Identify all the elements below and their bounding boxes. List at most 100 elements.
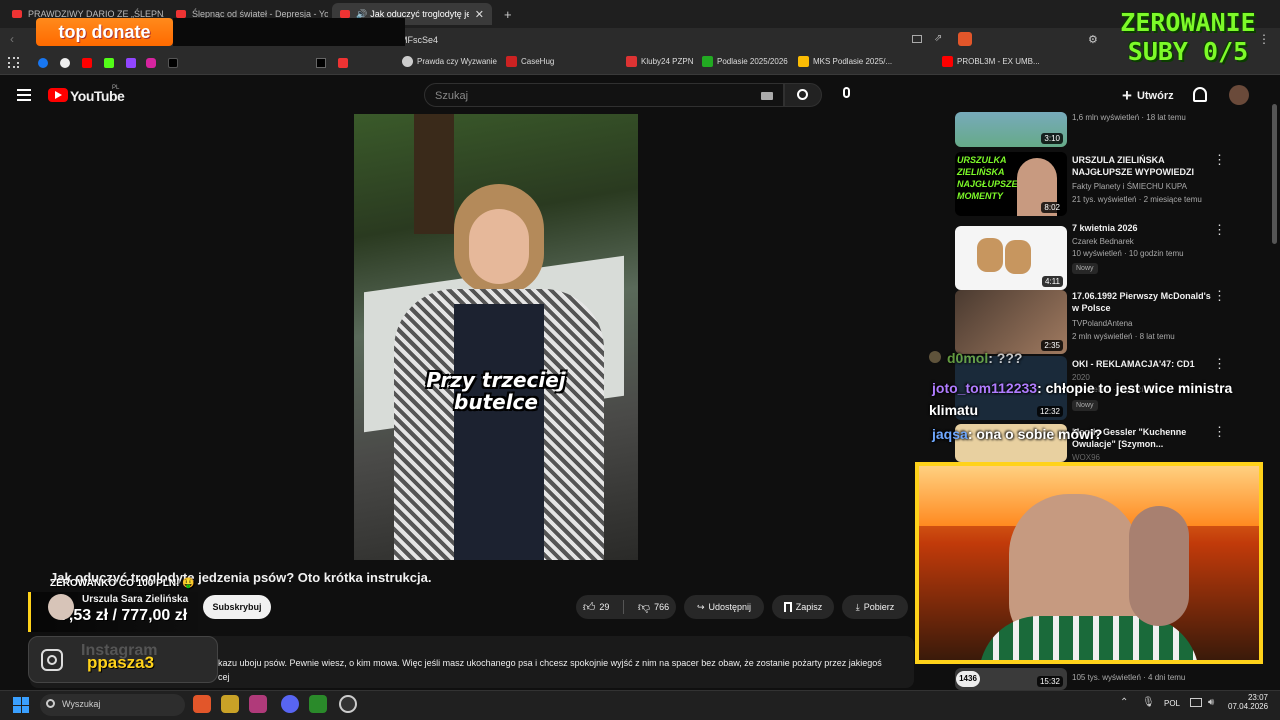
tray-chevron-icon[interactable]: ⌃ xyxy=(1120,697,1128,708)
youtube-logo-icon[interactable] xyxy=(48,88,68,102)
taskbar-search-input[interactable]: Wyszukaj xyxy=(40,694,185,716)
hamburger-menu-icon[interactable] xyxy=(17,89,31,101)
subscribe-button[interactable]: Subskrybuj xyxy=(203,595,271,619)
share-page-icon[interactable]: ⇗ xyxy=(934,33,942,44)
mic-icon[interactable] xyxy=(838,87,855,104)
video-thumbnail[interactable]: 3:10 xyxy=(955,112,1067,147)
bookmark-item[interactable]: CaseHug xyxy=(506,56,554,67)
save-button[interactable]: Zapisz xyxy=(772,595,834,619)
bookmark-s-icon[interactable] xyxy=(338,58,348,68)
zero-subs-overlay: ZEROWANIE SUBY 0/5 xyxy=(1100,8,1276,66)
app-taskbar-icon[interactable] xyxy=(309,695,327,713)
drive-icon xyxy=(798,56,809,67)
description-text: kazu uboju psów. Pewnie wiesz, o kim mow… xyxy=(218,658,882,668)
page-scrollbar[interactable] xyxy=(1272,104,1277,244)
instagram-overlay: Instagram ppasza3 xyxy=(28,636,218,683)
related-video[interactable]: 3:10 1,6 mln wyświetleń · 18 lat temu xyxy=(955,112,1255,152)
bookmark-item[interactable]: MKS Podlasie 2025/... xyxy=(798,56,892,67)
zero-line-1: ZEROWANIE xyxy=(1120,8,1256,37)
network-icon[interactable] xyxy=(1190,698,1202,707)
video-thumbnail[interactable]: 4:11 xyxy=(955,226,1067,290)
close-tab-icon[interactable]: ✕ xyxy=(475,8,484,21)
notifications-bell-icon[interactable] xyxy=(1193,87,1207,102)
avatar[interactable] xyxy=(1229,85,1249,105)
video-thumbnail[interactable]: URSZULKA ZIELIŃSKA NAJGŁUPSZE MOMENTY 8:… xyxy=(955,152,1067,216)
clock-date: 07.04.2026 xyxy=(1228,702,1269,711)
caption-line-1: Przy trzeciej xyxy=(426,368,566,392)
bookmark-label: PROBL3M - EX UMB... xyxy=(957,57,1040,66)
youtube-country-code: PL xyxy=(112,85,120,91)
taskbar-search-placeholder: Wyszukaj xyxy=(62,699,101,709)
bookmark-item[interactable]: Kluby24 PZPN xyxy=(626,56,693,67)
volume-icon[interactable]: 🔊︎ xyxy=(1208,697,1214,708)
app-taskbar-icon[interactable] xyxy=(249,695,267,713)
facebook-icon[interactable] xyxy=(38,58,48,68)
discord-taskbar-icon[interactable] xyxy=(281,695,299,713)
url-text: MFscSe4 xyxy=(400,35,439,45)
like-dislike-group: 👍︎ 29 👎︎ 766 xyxy=(576,595,676,619)
brave-taskbar-icon[interactable] xyxy=(193,695,211,713)
more-options-icon[interactable]: ⋮ xyxy=(1213,356,1226,372)
windows-taskbar xyxy=(0,690,1280,720)
channel-name[interactable]: Urszula Sara Zielińska xyxy=(82,594,188,605)
related-video[interactable]: 2:35 17.06.1992 Pierwszy McDonald's w Po… xyxy=(955,288,1255,354)
download-icon: ⤓ xyxy=(855,601,860,612)
duration-badge: 2:35 xyxy=(1041,340,1063,351)
video-player[interactable]: Przy trzeciej butelce xyxy=(354,114,638,560)
video-meta: 10 wyświetleń · 10 godzin temu xyxy=(1072,249,1184,258)
back-icon[interactable]: ‹ xyxy=(10,32,14,46)
sheet-icon xyxy=(702,56,713,67)
clock[interactable]: 23:07 07.04.2026 xyxy=(1228,693,1268,711)
kick-icon[interactable] xyxy=(104,58,114,68)
share-button[interactable]: ↪ Udostępnij xyxy=(684,595,764,619)
cast-icon[interactable] xyxy=(912,35,922,43)
thumbs-up-icon: 👍︎ xyxy=(582,599,596,614)
dislike-button[interactable]: 👎︎ 766 xyxy=(638,600,669,615)
app-taskbar-icon[interactable] xyxy=(221,695,239,713)
video-thumbnail[interactable]: 2:35 xyxy=(955,290,1067,354)
caption-line-2: butelce xyxy=(454,390,538,414)
x-icon[interactable] xyxy=(316,58,326,68)
more-options-icon[interactable]: ⋮ xyxy=(1213,152,1226,168)
obs-taskbar-icon[interactable] xyxy=(339,695,357,713)
search-input[interactable]: Szukaj xyxy=(424,83,784,107)
channel-name: Fakty Planety i ŚMIECHU KUPA xyxy=(1072,182,1187,191)
like-button[interactable]: 👍︎ 29 xyxy=(583,600,610,615)
like-count: 29 xyxy=(599,602,610,612)
mic-tray-icon[interactable]: 🎙︎ xyxy=(1142,697,1155,708)
bookmark-item[interactable]: Prawda czy Wyzwanie xyxy=(402,56,497,67)
twitch-icon[interactable] xyxy=(126,58,136,68)
language-indicator[interactable]: POL xyxy=(1164,699,1180,708)
download-button[interactable]: ⤓ Pobierz xyxy=(842,595,908,619)
more-options-icon[interactable]: ⋮ xyxy=(1213,222,1226,238)
bookmark-item[interactable]: PROBL3M - EX UMB... xyxy=(942,56,1040,67)
keyboard-icon[interactable] xyxy=(761,92,773,100)
search-button[interactable] xyxy=(784,83,822,107)
google-icon[interactable] xyxy=(60,58,70,68)
bookmark-label: Prawda czy Wyzwanie xyxy=(417,57,497,66)
instagram-bookmark-icon[interactable] xyxy=(146,58,156,68)
windows-start-icon[interactable] xyxy=(13,697,29,713)
bookmark-item[interactable]: Podlasie 2025/2026 xyxy=(702,56,788,67)
apps-grid-icon[interactable] xyxy=(8,57,19,68)
chat-text: : ona o sobie mówi? xyxy=(967,426,1103,442)
related-video[interactable]: 4:11 7 kwietnia 2026 Czarek Bednarek 10 … xyxy=(955,222,1255,290)
related-video[interactable]: URSZULKA ZIELIŃSKA NAJGŁUPSZE MOMENTY 8:… xyxy=(955,152,1255,218)
create-button[interactable]: + Utwórz xyxy=(1122,86,1174,106)
tree-trunk xyxy=(414,114,454,234)
more-options-icon[interactable]: ⋮ xyxy=(1213,288,1226,304)
duration-badge: 3:10 xyxy=(1041,133,1063,144)
pzpn-icon xyxy=(626,56,637,67)
brave-shield-icon[interactable] xyxy=(958,32,972,46)
video-title: 7 kwietnia 2026 xyxy=(1072,223,1138,233)
related-video[interactable]: 15:32 105 tys. wyświetleń · 4 dni temu xyxy=(955,668,1255,690)
extensions-icon[interactable]: ⚙ xyxy=(1088,33,1098,46)
more-options-icon[interactable]: ⋮ xyxy=(1213,424,1226,440)
url-field[interactable]: MFscSe4 xyxy=(400,32,900,48)
channel-avatar[interactable] xyxy=(48,594,74,620)
chat-username: jaqsa xyxy=(932,426,968,442)
search-placeholder: Szukaj xyxy=(435,90,469,102)
tiktok-icon[interactable] xyxy=(168,58,178,68)
youtube-bookmark-icon[interactable] xyxy=(82,58,92,68)
new-tab-button[interactable]: + xyxy=(496,3,516,25)
